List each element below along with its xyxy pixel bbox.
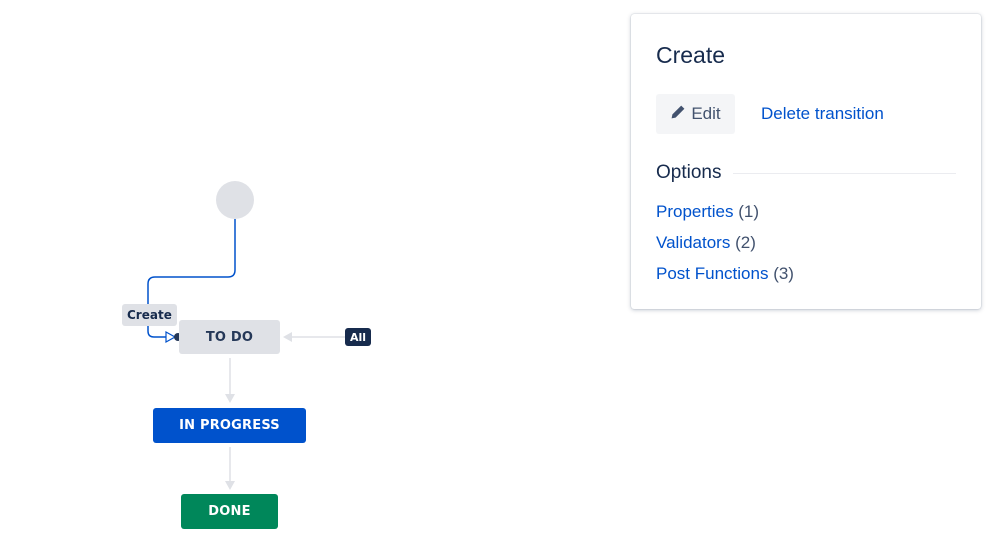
properties-link[interactable]: Properties — [656, 202, 733, 221]
post-functions-link[interactable]: Post Functions — [656, 264, 768, 283]
validators-link[interactable]: Validators — [656, 233, 730, 252]
options-heading: Options — [656, 162, 722, 183]
option-properties: Properties (1) — [656, 202, 759, 222]
option-validators: Validators (2) — [656, 233, 756, 253]
create-transition-label[interactable]: Create — [122, 304, 177, 326]
option-post-functions: Post Functions (3) — [656, 264, 794, 284]
start-node[interactable] — [216, 181, 254, 219]
status-in-progress[interactable]: IN PROGRESS — [153, 408, 306, 443]
validators-count: (2) — [735, 233, 756, 252]
post-functions-count: (3) — [773, 264, 794, 283]
edit-button-label: Edit — [691, 104, 721, 123]
create-transition-arrowhead — [165, 330, 177, 344]
inprogress-to-done-arrowhead — [225, 481, 235, 490]
panel-title: Create — [656, 42, 726, 68]
all-transition-arrowhead — [283, 332, 292, 342]
options-divider — [733, 173, 956, 174]
status-done[interactable]: DONE — [181, 494, 278, 529]
transition-details-panel: Create Edit Delete transition Options Pr… — [631, 14, 981, 309]
status-todo[interactable]: TO DO — [179, 320, 280, 354]
edit-button[interactable]: Edit — [656, 94, 735, 134]
todo-to-inprogress-arrowhead — [225, 394, 235, 403]
delete-transition-link[interactable]: Delete transition — [761, 104, 884, 124]
properties-count: (1) — [738, 202, 759, 221]
pencil-icon — [670, 104, 686, 125]
all-transition-label[interactable]: All — [345, 328, 372, 346]
